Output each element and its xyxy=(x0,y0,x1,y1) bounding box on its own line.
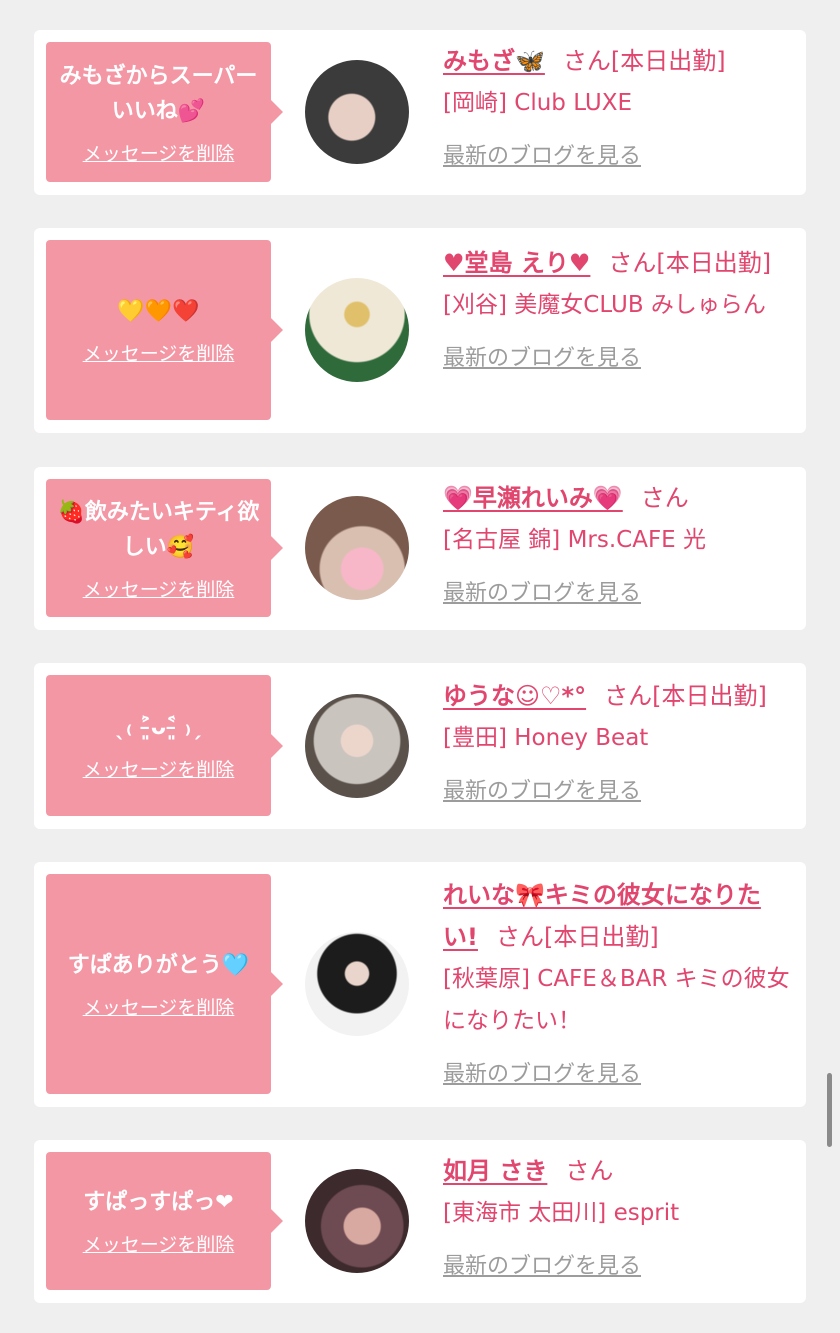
san-suffix: さん xyxy=(608,249,657,277)
status-badge: [本日出勤] xyxy=(610,47,726,75)
avatar[interactable] xyxy=(305,932,409,1036)
message-bubble: すぱっすぱっ❤ メッセージを削除 xyxy=(46,1152,283,1290)
cast-name-link[interactable]: 💗早瀬れいみ💗 xyxy=(443,484,623,512)
blog-link[interactable]: 最新のブログを見る xyxy=(443,771,641,813)
cast-name-link[interactable]: みもざ🦋 xyxy=(443,47,545,75)
message-card: 🍓飲みたいキティ欲しい🥰 メッセージを削除 💗早瀬れいみ💗 さん [名古屋 錦] … xyxy=(34,467,806,630)
cast-info: ゆうな☺︎♡*° さん[本日出勤] [豊田] Honey Beat 最新のブログを… xyxy=(443,675,793,813)
cast-info: 💗早瀬れいみ💗 さん [名古屋 錦] Mrs.CAFE 光 最新のブログを見る xyxy=(443,477,793,615)
message-bubble: ˎ₍ ˃̵͈̑ᴗ˂̵͈̑ ₎ˏ メッセージを削除 xyxy=(46,675,283,816)
blog-link[interactable]: 最新のブログを見る xyxy=(443,1246,641,1288)
shop-name: [名古屋 錦] Mrs.CAFE 光 xyxy=(443,527,707,553)
avatar[interactable] xyxy=(305,496,409,600)
cast-info: ♥堂島 えり♥ さん[本日出勤] [刈谷] 美魔女CLUB みしゅらん 最新のブロ… xyxy=(443,242,793,380)
message-card: 💛🧡❤️ メッセージを削除 ♥堂島 えり♥ さん[本日出勤] [刈谷] 美魔女CL… xyxy=(34,228,806,433)
blog-link[interactable]: 最新のブログを見る xyxy=(443,338,641,380)
cast-name-link[interactable]: 如月 さき xyxy=(443,1157,547,1185)
message-bubble: 💛🧡❤️ メッセージを削除 xyxy=(46,240,283,420)
message-bubble: みもざからスーパーいいね💕 メッセージを削除 xyxy=(46,42,283,182)
message-text: 💛🧡❤️ xyxy=(117,299,200,324)
shop-name: [豊田] Honey Beat xyxy=(443,725,649,751)
avatar[interactable] xyxy=(305,60,409,164)
cast-name-link[interactable]: ゆうな☺︎♡*° xyxy=(443,682,586,710)
message-card: ˎ₍ ˃̵͈̑ᴗ˂̵͈̑ ₎ˏ メッセージを削除 ゆうな☺︎♡*° さん[本日出勤… xyxy=(34,663,806,829)
shop-name: [秋葉原] CAFE＆BAR キミの彼女になりたい！ xyxy=(443,966,790,1034)
message-bubble: すぱありがとう🩵 メッセージを削除 xyxy=(46,874,283,1094)
delete-message-button[interactable]: メッセージを削除 xyxy=(83,993,235,1020)
message-text: ˎ₍ ˃̵͈̑ᴗ˂̵͈̑ ₎ˏ xyxy=(114,714,203,740)
status-badge: [本日出勤] xyxy=(656,249,772,277)
message-text: 🍓飲みたいキティ欲しい🥰 xyxy=(57,499,260,560)
cast-info: 如月 さき さん [東海市 太田川] esprit 最新のブログを見る xyxy=(443,1150,793,1288)
san-suffix: さん xyxy=(495,923,544,951)
shop-name: [東海市 太田川] esprit xyxy=(443,1200,680,1226)
blog-link[interactable]: 最新のブログを見る xyxy=(443,573,641,615)
status-badge: [本日出勤] xyxy=(652,682,767,710)
message-card: すぱありがとう🩵 メッセージを削除 れいな🎀キミの彼女になりたい! さん[本日出勤… xyxy=(34,862,806,1107)
cast-info: みもざ🦋 さん[本日出勤] [岡崎] Club LUXE 最新のブログを見る xyxy=(443,40,793,178)
cast-name-link[interactable]: ♥堂島 えり♥ xyxy=(443,249,590,277)
delete-message-button[interactable]: メッセージを削除 xyxy=(83,575,235,602)
blog-link[interactable]: 最新のブログを見る xyxy=(443,1054,641,1096)
cast-info: れいな🎀キミの彼女になりたい! さん[本日出勤] [秋葉原] CAFE＆BAR キ… xyxy=(443,874,793,1096)
san-suffix: さん xyxy=(565,1157,614,1185)
scrollbar[interactable] xyxy=(827,1073,832,1147)
delete-message-button[interactable]: メッセージを削除 xyxy=(83,1230,235,1257)
message-card: すぱっすぱっ❤ メッセージを削除 如月 さき さん [東海市 太田川] espri… xyxy=(34,1140,806,1303)
message-card: みもざからスーパーいいね💕 メッセージを削除 みもざ🦋 さん[本日出勤] [岡崎]… xyxy=(34,30,806,195)
blog-link[interactable]: 最新のブログを見る xyxy=(443,136,641,178)
avatar[interactable] xyxy=(305,694,409,798)
san-suffix: さん xyxy=(640,484,689,512)
shop-name: [岡崎] Club LUXE xyxy=(443,90,632,116)
message-text: みもざからスーパーいいね💕 xyxy=(59,63,258,124)
san-suffix: さん xyxy=(604,682,653,710)
message-bubble: 🍓飲みたいキティ欲しい🥰 メッセージを削除 xyxy=(46,479,283,617)
avatar[interactable] xyxy=(305,278,409,382)
shop-name: [刈谷] 美魔女CLUB みしゅらん xyxy=(443,292,766,318)
delete-message-button[interactable]: メッセージを削除 xyxy=(83,339,235,366)
message-text: すぱっすぱっ❤ xyxy=(83,1190,234,1215)
message-text: すぱありがとう🩵 xyxy=(67,953,250,978)
delete-message-button[interactable]: メッセージを削除 xyxy=(83,755,235,782)
delete-message-button[interactable]: メッセージを削除 xyxy=(83,139,235,166)
status-badge: [本日出勤] xyxy=(543,923,659,951)
san-suffix: さん xyxy=(562,47,611,75)
avatar[interactable] xyxy=(305,1169,409,1273)
